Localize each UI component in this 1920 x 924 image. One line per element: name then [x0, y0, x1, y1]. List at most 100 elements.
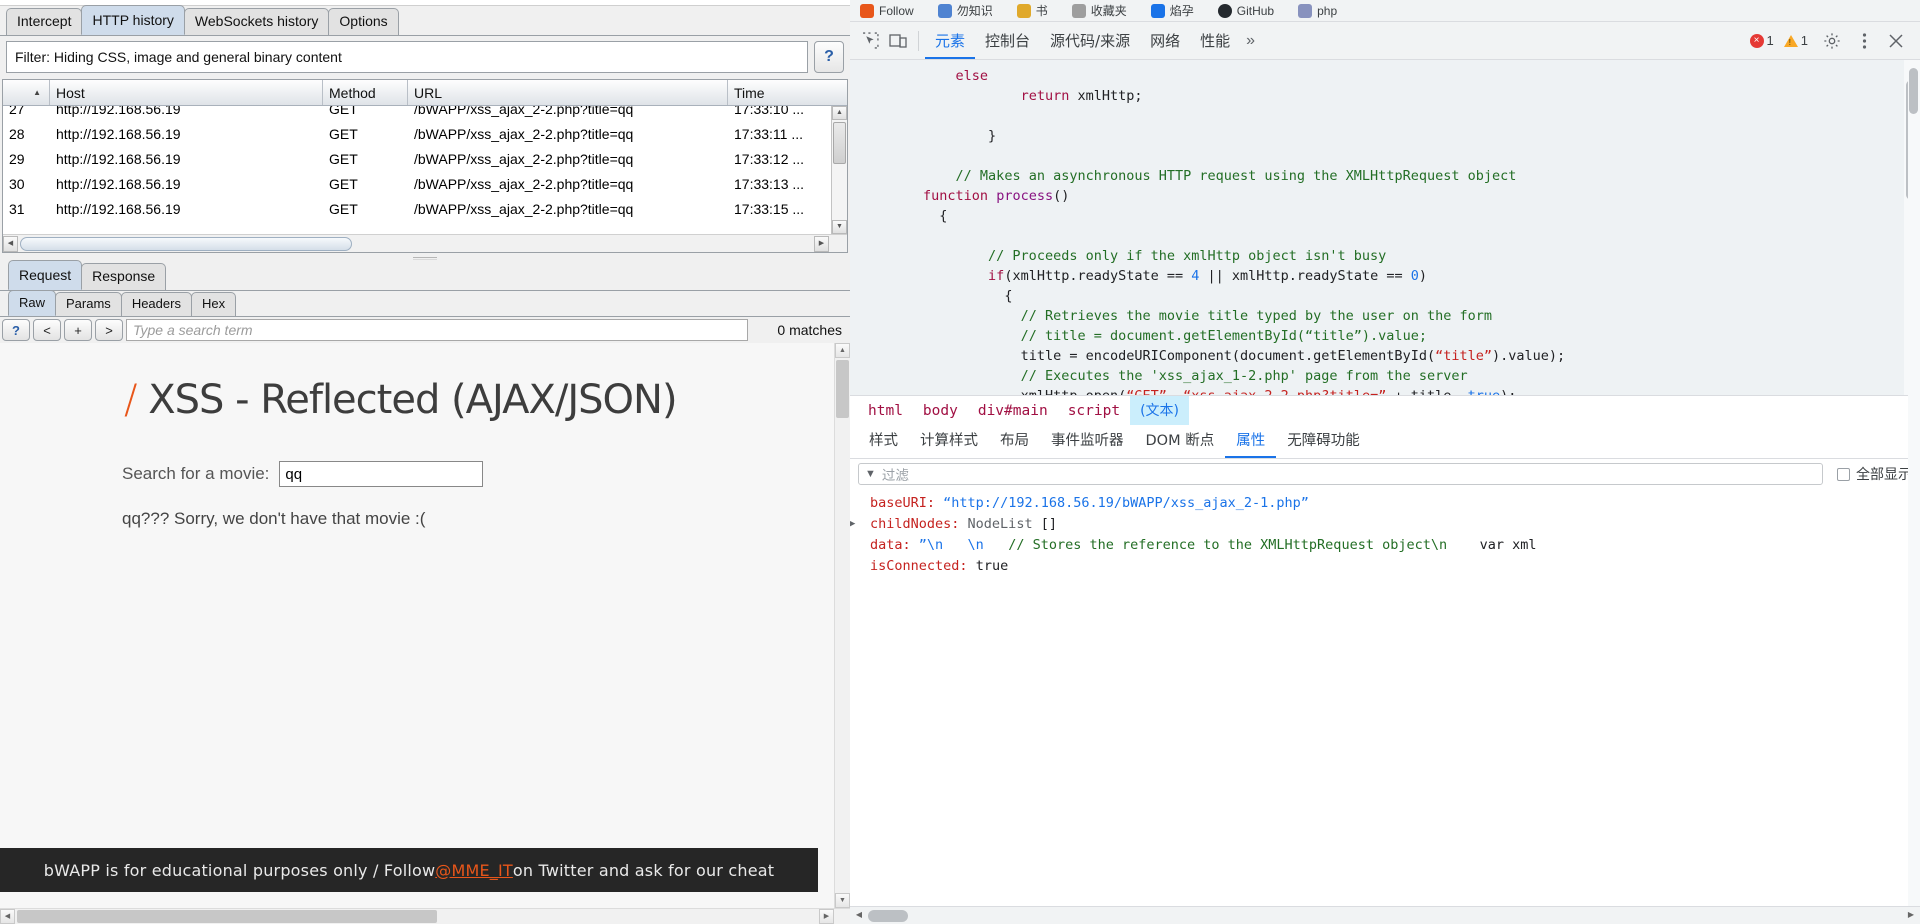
burp-suite-panel: Intercept HTTP history WebSockets histor…	[0, 0, 850, 924]
properties-filter-input[interactable]: ▼ 过滤	[858, 463, 1823, 485]
search-prev-button[interactable]: <	[33, 319, 61, 341]
panel-splitter[interactable]	[0, 253, 850, 263]
close-icon[interactable]	[1882, 28, 1910, 54]
bookmark-item[interactable]: 焰孕	[1151, 2, 1194, 19]
table-vertical-scrollbar[interactable]: ▲ ▼	[831, 106, 847, 234]
tab-performance[interactable]: 性能	[1190, 23, 1240, 59]
table-row[interactable]: 28 http://192.168.56.19 GET /bWAPP/xss_a…	[3, 121, 847, 146]
footer-twitter-link[interactable]: @MME_IT	[435, 861, 513, 880]
search-add-button[interactable]: +	[64, 319, 92, 341]
table-row[interactable]: 30 http://192.168.56.19 GET /bWAPP/xss_a…	[3, 171, 847, 196]
page-scroll-up-icon[interactable]: ▲	[835, 343, 850, 358]
search-help-button[interactable]: ?	[2, 319, 30, 341]
tab-intercept[interactable]: Intercept	[6, 8, 82, 35]
tab-params[interactable]: Params	[55, 292, 122, 316]
scroll-up-arrow-icon[interactable]: ▲	[832, 106, 847, 120]
tab-accessibility[interactable]: 无障碍功能	[1276, 425, 1371, 458]
tab-websockets-history[interactable]: WebSockets history	[184, 8, 329, 35]
more-tabs-icon[interactable]: »	[1240, 32, 1261, 50]
tab-console[interactable]: 控制台	[975, 23, 1040, 59]
filter-bar[interactable]: Filter: Hiding CSS, image and general bi…	[6, 41, 808, 73]
code-line: {	[858, 206, 1920, 226]
tab-computed[interactable]: 计算样式	[909, 425, 989, 458]
dt-hscroll-thumb[interactable]	[868, 910, 908, 922]
search-input[interactable]: Type a search term	[126, 319, 748, 341]
code-line: xmlHttp.open(“GET”, “xss_ajax_2-2.php?ti…	[858, 386, 1920, 395]
bookmark-favicon-icon	[1072, 4, 1086, 18]
expand-triangle-icon[interactable]: ▶	[850, 514, 860, 535]
page-scroll-right-icon[interactable]: ▶	[819, 909, 834, 924]
property-row-childnodes[interactable]: ▶ childNodes: NodeList []	[860, 514, 1920, 535]
filter-help-button[interactable]: ?	[814, 41, 844, 73]
tab-response[interactable]: Response	[81, 263, 166, 290]
code-line: else	[858, 66, 1920, 86]
tab-styles[interactable]: 样式	[858, 425, 909, 458]
page-vscroll-thumb[interactable]	[836, 360, 849, 418]
breadcrumb-body[interactable]: body	[913, 396, 968, 426]
bookmark-item[interactable]: Follow	[860, 4, 914, 18]
table-horizontal-scrollbar[interactable]: ◀ ▶	[3, 234, 847, 252]
error-badge[interactable]: × 1	[1750, 33, 1774, 48]
column-header-time[interactable]: Time	[728, 80, 838, 105]
property-row-isconnected[interactable]: isConnected: true	[860, 556, 1920, 577]
scroll-left-arrow-icon[interactable]: ◀	[3, 236, 18, 252]
page-horizontal-scrollbar[interactable]: ◀ ▶	[0, 908, 850, 924]
kebab-menu-icon[interactable]	[1850, 28, 1878, 54]
tab-request[interactable]: Request	[8, 260, 82, 290]
devtools-right-scrollbar[interactable]	[1908, 60, 1920, 906]
show-all-checkbox[interactable]	[1837, 468, 1850, 481]
bookmark-item[interactable]: GitHub	[1218, 4, 1274, 18]
column-header-index[interactable]: ▲	[3, 80, 50, 105]
page-scroll-down-icon[interactable]: ▼	[835, 893, 850, 908]
tab-raw[interactable]: Raw	[8, 290, 56, 316]
bookmark-item[interactable]: php	[1298, 4, 1337, 18]
page-vertical-scrollbar[interactable]: ▲ ▼	[834, 343, 850, 908]
tab-hex[interactable]: Hex	[191, 292, 236, 316]
breadcrumb-script[interactable]: script	[1058, 396, 1130, 426]
cell-url: /bWAPP/xss_ajax_2-2.php?title=qq	[408, 126, 728, 142]
hscroll-thumb[interactable]	[20, 237, 352, 251]
tab-http-history[interactable]: HTTP history	[81, 5, 184, 35]
property-row-data[interactable]: data: ”\n \n // Stores the reference to …	[860, 535, 1920, 556]
table-row[interactable]: 31 http://192.168.56.19 GET /bWAPP/xss_a…	[3, 196, 847, 221]
scroll-thumb[interactable]	[833, 122, 846, 164]
bookmark-item[interactable]: 勿知识	[938, 2, 993, 19]
column-header-url[interactable]: URL	[408, 80, 728, 105]
tab-network[interactable]: 网络	[1140, 23, 1190, 59]
right-scroll-thumb[interactable]	[1909, 68, 1918, 114]
tab-dom-breakpoints[interactable]: DOM 断点	[1135, 425, 1226, 458]
bookmark-item[interactable]: 书	[1017, 2, 1048, 19]
tab-headers[interactable]: Headers	[121, 292, 192, 316]
column-header-host[interactable]: Host	[50, 80, 323, 105]
bookmark-favicon-icon	[938, 4, 952, 18]
gear-icon[interactable]	[1818, 28, 1846, 54]
tab-properties[interactable]: 属性	[1225, 425, 1276, 458]
breadcrumb-div-main[interactable]: div#main	[968, 396, 1058, 426]
scroll-right-arrow-icon[interactable]: ▶	[814, 236, 829, 252]
property-row-baseuri[interactable]: baseURI: “http://192.168.56.19/bWAPP/xss…	[860, 493, 1920, 514]
tab-options[interactable]: Options	[328, 8, 398, 35]
dt-scroll-right-icon[interactable]: ▶	[1904, 908, 1918, 923]
devtools-horizontal-scrollbar[interactable]: ◀ ▶	[850, 906, 1920, 924]
table-row[interactable]: 27 http://192.168.56.19 GET /bWAPP/xss_a…	[3, 106, 847, 121]
show-all-toggle[interactable]: 全部显示	[1837, 464, 1912, 484]
breadcrumb-text-node[interactable]: (文本)	[1130, 396, 1189, 426]
warning-badge[interactable]: 1	[1784, 33, 1808, 48]
search-next-button[interactable]: >	[95, 319, 123, 341]
tab-elements[interactable]: 元素	[925, 23, 975, 59]
page-hscroll-thumb[interactable]	[17, 910, 437, 923]
bookmark-item[interactable]: 收藏夹	[1072, 2, 1127, 19]
tab-sources[interactable]: 源代码/来源	[1040, 23, 1140, 59]
elements-code-view[interactable]: else return xmlHttp; } // Makes an async…	[850, 60, 1920, 395]
table-row[interactable]: 29 http://192.168.56.19 GET /bWAPP/xss_a…	[3, 146, 847, 171]
dt-scroll-left-icon[interactable]: ◀	[852, 908, 866, 923]
tab-layout[interactable]: 布局	[989, 425, 1040, 458]
breadcrumb-html[interactable]: html	[858, 396, 913, 426]
tab-event-listeners[interactable]: 事件监听器	[1040, 425, 1135, 458]
device-toolbar-icon[interactable]	[884, 28, 912, 54]
inspect-element-icon[interactable]	[856, 28, 884, 54]
movie-search-input[interactable]	[279, 461, 483, 487]
column-header-method[interactable]: Method	[323, 80, 408, 105]
page-scroll-left-icon[interactable]: ◀	[0, 909, 15, 924]
scroll-down-arrow-icon[interactable]: ▼	[832, 220, 847, 234]
